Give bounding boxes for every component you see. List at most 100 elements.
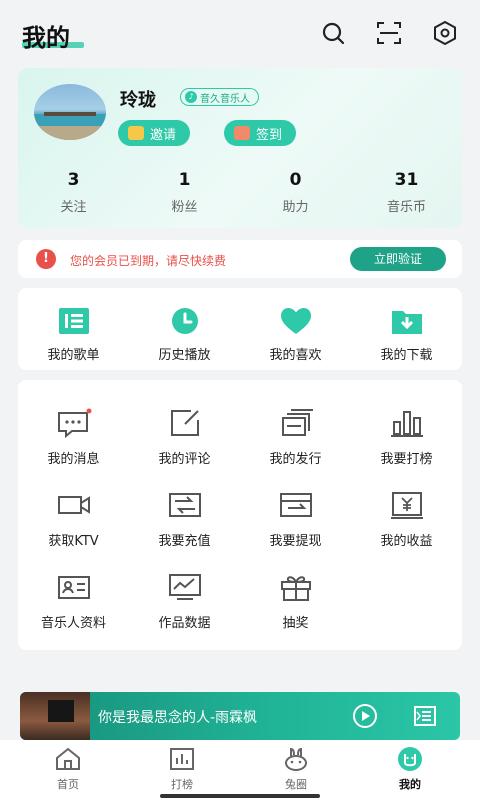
grid-label: 作品数据 [158,616,211,631]
message-icon [57,408,91,438]
quick-label: 历史播放 [158,348,211,363]
grid-label: 我要充值 [158,534,211,549]
tab-label: 打榜 [171,778,193,791]
playlist-icon [58,308,89,334]
grid-label: 抽奖 [282,616,309,631]
album-cover[interactable] [20,692,90,740]
grid-messages[interactable]: 我的消息 [18,398,129,468]
grid-earnings[interactable]: 我的收益 [351,480,462,550]
notice-message: 您的会员已到期，请尽快续费 [70,254,227,268]
grid-comments[interactable]: 我的评论 [129,398,240,468]
bottom-tab-bar: 首页 打榜 兔圈 我的 [0,740,480,800]
grid-lottery[interactable]: 抽奖 [240,562,351,632]
scan-icon[interactable] [376,20,402,46]
profile-card: 玲珑 ♪ 音久音乐人 邀请 签到 3 关注 1 粉丝 0 助力 31 音乐币 [18,68,462,228]
grid-label: 我的发行 [269,452,322,467]
membership-notice: ! 您的会员已到期，请尽快续费 立即验证 [18,240,462,278]
chart-tab-icon [170,748,194,770]
quick-downloads[interactable]: 我的下载 [351,288,462,370]
tab-label: 首页 [57,778,79,791]
quick-label: 我的歌单 [47,348,100,363]
recharge-icon [168,493,201,517]
tab-me[interactable]: 我的 [350,740,470,800]
tab-label: 兔圈 [285,778,307,791]
grid-work-data[interactable]: 作品数据 [129,562,240,632]
grid-label: 我要提现 [269,534,322,549]
page-title: 我的 [22,24,70,52]
grid-label: 我的收益 [380,534,433,549]
grid-chart-vote[interactable]: 我要打榜 [351,398,462,468]
grid-artist-profile[interactable]: 音乐人资料 [18,562,129,632]
nickname: 玲珑 [120,90,156,111]
stat-following[interactable]: 3 关注 [18,168,129,218]
play-icon[interactable] [352,703,378,729]
tab-home[interactable]: 首页 [8,740,128,800]
withdraw-icon [279,493,312,517]
grid-label: 我的消息 [47,452,100,467]
grid-label: 音乐人资料 [40,616,106,631]
mini-player[interactable]: 你是我最思念的人-雨霖枫 [20,692,460,740]
stat-coins[interactable]: 31 音乐币 [351,168,462,218]
grid-recharge[interactable]: 我要充值 [129,480,240,550]
stat-value: 0 [289,170,302,190]
stat-value: 1 [178,170,191,190]
playlist-queue-icon[interactable] [412,703,438,729]
artist-badge-label: 音久音乐人 [200,93,250,105]
checkin-label: 签到 [256,127,283,143]
gift-icon [280,576,311,601]
tab-rabbit-circle[interactable]: 兔圈 [236,740,356,800]
stat-label: 音乐币 [386,200,426,215]
heart-icon [280,308,311,334]
music-note-icon: ♪ [185,91,197,103]
grid-label: 获取KTV [48,534,99,549]
stat-value: 31 [394,170,419,190]
stat-label: 关注 [60,200,87,215]
me-icon [398,747,422,771]
warning-icon: ! [36,249,56,269]
tab-label: 我的 [399,778,421,791]
rabbit-icon [285,747,307,771]
history-icon [171,308,198,334]
stat-boost[interactable]: 0 助力 [240,168,351,218]
home-icon [56,747,80,770]
stat-value: 3 [67,170,80,190]
download-icon [391,311,422,334]
grid-ktv[interactable]: 获取KTV [18,480,129,550]
comment-icon [170,410,199,436]
earnings-icon [390,492,423,519]
invite-button[interactable]: 邀请 [118,120,191,146]
quick-history[interactable]: 历史播放 [129,288,240,370]
quick-favorites[interactable]: 我的喜欢 [240,288,351,370]
quick-label: 我的下载 [380,348,433,363]
quick-playlist[interactable]: 我的歌单 [18,288,129,370]
grid-releases[interactable]: 我的发行 [240,398,351,468]
grid-label: 我的评论 [158,452,211,467]
top-bar: 我的 [0,0,480,62]
tab-charts[interactable]: 打榜 [122,740,242,800]
search-icon[interactable] [320,20,346,46]
analytics-icon [168,574,201,600]
grid-withdraw[interactable]: 我要提现 [240,480,351,550]
service-grid: 我的消息 我的评论 我的发行 我要打榜 获取KTV 我要充值 我要提现 我的收益… [18,380,462,650]
invite-label: 邀请 [150,127,177,143]
quick-label: 我的喜欢 [269,348,322,363]
quick-actions: 我的歌单 历史播放 我的喜欢 我的下载 [18,288,462,370]
home-indicator [160,794,320,798]
now-playing-title: 你是我最思念的人-雨霖枫 [98,710,258,726]
stat-fans[interactable]: 1 粉丝 [129,168,240,218]
chart-icon [390,411,423,437]
stats-row: 3 关注 1 粉丝 0 助力 31 音乐币 [18,168,462,218]
artist-badge: ♪ 音久音乐人 [180,88,259,106]
envelope-icon [128,126,144,140]
stat-label: 粉丝 [171,200,198,215]
verify-button[interactable]: 立即验证 [350,247,446,271]
grid-label: 我要打榜 [380,452,433,467]
video-icon [57,496,90,514]
avatar[interactable] [34,84,106,140]
settings-icon[interactable] [432,20,458,46]
checkin-button[interactable]: 签到 [224,120,297,146]
calendar-icon [234,126,250,140]
profile-card-icon [57,576,90,599]
release-icon [281,409,313,436]
stat-label: 助力 [282,200,309,215]
